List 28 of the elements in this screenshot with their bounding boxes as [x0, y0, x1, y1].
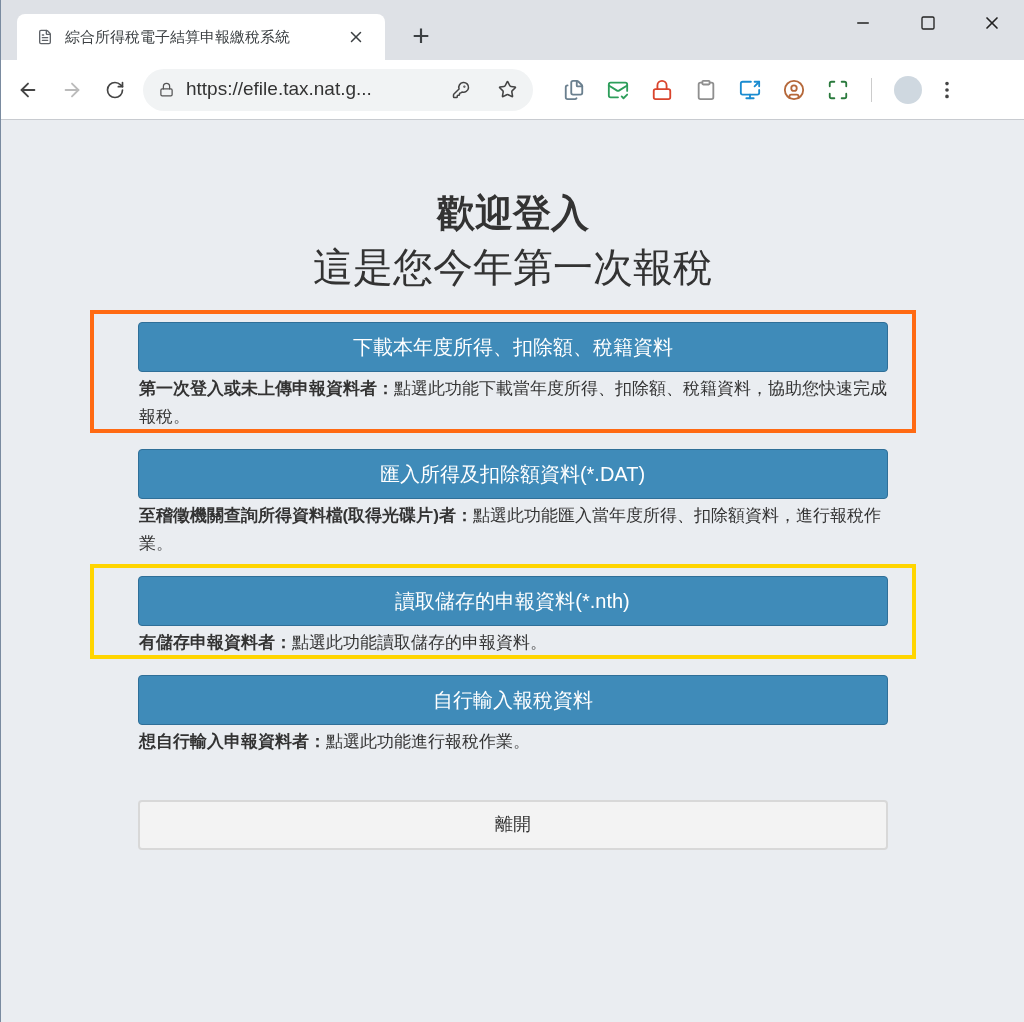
clipboard-icon[interactable]: [695, 78, 717, 101]
reload-icon[interactable]: [105, 79, 125, 100]
documents-icon[interactable]: [563, 78, 585, 101]
welcome-heading: 歡迎登入: [436, 191, 589, 236]
lock-badge-icon[interactable]: [651, 78, 673, 101]
bookmark-star-icon[interactable]: [498, 80, 517, 99]
tab-title: 綜合所得稅電子結算申報繳稅系統: [65, 26, 291, 47]
option-description: 至稽徵機關查詢所得資料檔(取得光碟片)者：點選此功能匯入當年度所得、扣除額資料，進行報稅作業。: [137, 504, 882, 555]
user-icon[interactable]: [783, 78, 805, 101]
welcome-subheading: 這是您今年第一次報稅: [312, 243, 713, 291]
page-icon: [37, 29, 53, 45]
option-description: 第一次登入或未上傳申報資料者：點選此功能下載當年度所得、扣除額、稅籍資料，協助您快速完成報稅。: [137, 377, 888, 428]
option-button[interactable]: 自行輸入報稅資料: [137, 674, 888, 725]
key-icon[interactable]: [452, 80, 470, 99]
option-description: 有儲存申報資料者：點選此功能讀取儲存的申報資料。: [137, 631, 548, 654]
fullscreen-icon[interactable]: [827, 78, 849, 101]
option-button[interactable]: 下載本年度所得、扣除額、稅籍資料: [137, 321, 888, 372]
new-tab-button[interactable]: +: [405, 20, 437, 52]
lock-icon: [159, 82, 174, 97]
maximize-icon[interactable]: [920, 15, 936, 31]
option-description: 想自行輸入申報資料者：點選此功能進行報稅作業。: [137, 730, 531, 753]
url-text: https://efile.tax.nat.g...: [186, 77, 373, 102]
exit-button[interactable]: 離開: [137, 799, 888, 850]
option-button[interactable]: 讀取儲存的申報資料(*.nth): [137, 575, 888, 626]
browser-tab[interactable]: 綜合所得稅電子結算申報繳稅系統: [17, 14, 385, 60]
screen-share-icon[interactable]: [739, 78, 761, 101]
address-bar[interactable]: https://efile.tax.nat.g...: [143, 68, 533, 111]
option-button[interactable]: 匯入所得及扣除額資料(*.DAT): [137, 448, 888, 499]
